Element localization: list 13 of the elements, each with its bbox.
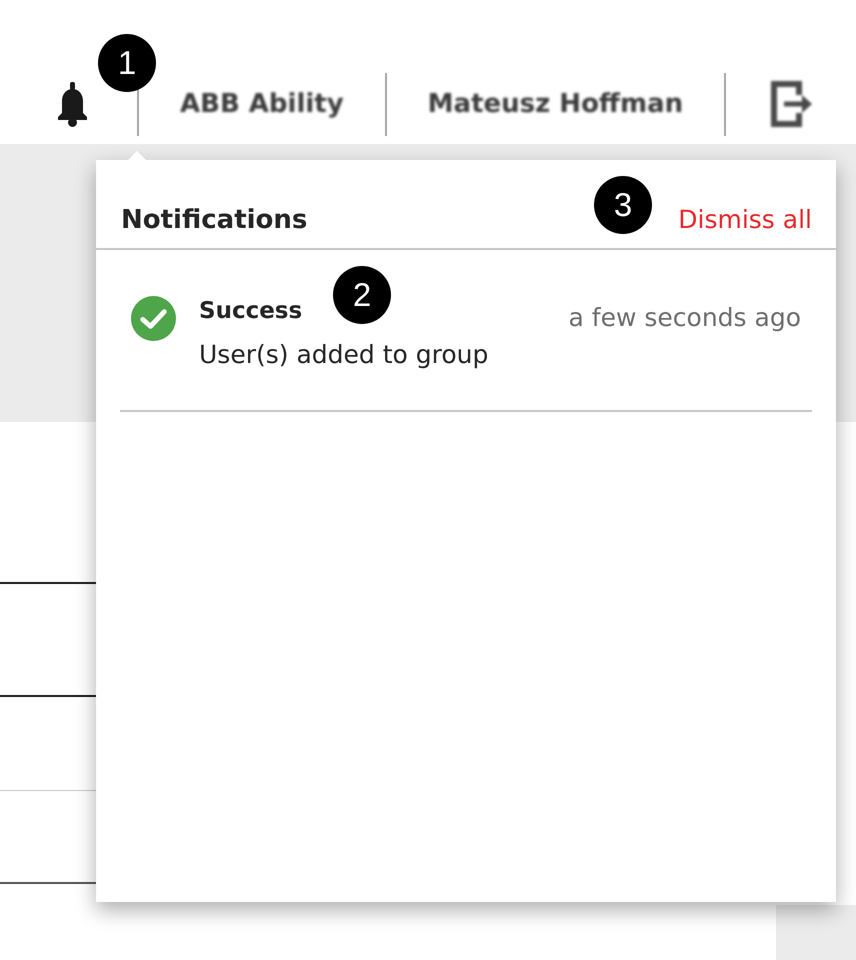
app-name: ABB Ability	[180, 88, 344, 121]
popover-title: Notifications	[121, 204, 308, 237]
numbered-callout: 3	[594, 176, 652, 234]
notification-title: Success	[199, 297, 302, 326]
bell-icon[interactable]	[55, 82, 90, 126]
notification-time: a few seconds ago	[568, 303, 801, 333]
numbered-callout: 2	[333, 266, 391, 324]
dismiss-all-link[interactable]: Dismiss all	[678, 203, 812, 237]
check-circle-icon	[131, 296, 176, 341]
user-name[interactable]: Mateusz Hoffman	[428, 87, 684, 121]
logout-icon[interactable]	[769, 80, 814, 128]
notification-message: User(s) added to group	[199, 339, 488, 371]
numbered-callout: 1	[98, 34, 156, 92]
